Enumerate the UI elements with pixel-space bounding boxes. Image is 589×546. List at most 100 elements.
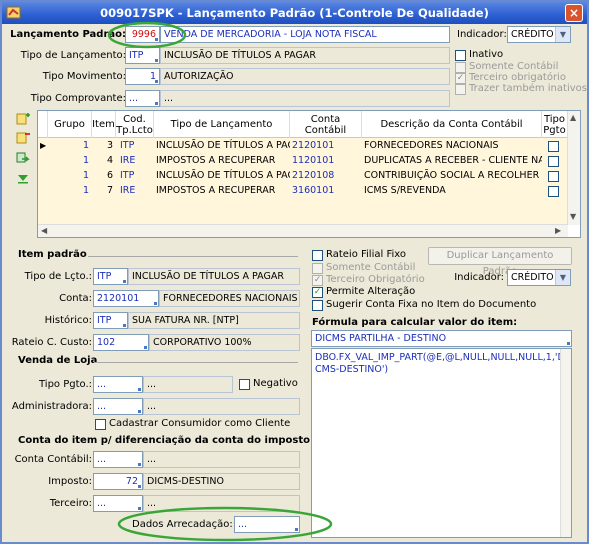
sugerir-conta-label: Sugerir Conta Fixa no Item do Documento [326,299,537,310]
terceiro-obrigatorio-checkbox[interactable]: ✓ [455,73,466,84]
grid-header-indicator [38,111,48,138]
rateio-filial-label: Rateio Filial Fixo [326,249,406,260]
tipo-pgto-code-field[interactable]: ... [93,376,143,393]
terceiro-obrigatorio-item-checkbox[interactable]: ✓ [312,275,323,286]
conta-label: Conta: [59,293,92,304]
lancamento-padrao-label: Lançamento Padrão: [10,29,126,40]
cell-tipo-pgto-checkbox[interactable] [548,156,559,167]
grid-header-grupo[interactable]: Grupo [48,111,92,138]
formula-text: DBO.FX_VAL_IMP_PART(@E,@L,NULL,NULL,NULL… [315,352,568,375]
conta-contabil-code-field[interactable]: ... [93,451,143,468]
cell-tipo-pgto-checkbox[interactable] [548,171,559,182]
scroll-left-icon[interactable]: ◀ [41,226,47,235]
imposto-desc-field: DICMS-DESTINO [143,473,300,490]
terceiro-desc-field: ... [143,495,300,512]
dados-arrecadacao-field[interactable]: ... [234,516,300,533]
grid-header-descricao[interactable]: Descrição da Conta Contábil [362,111,542,138]
table-row[interactable]: ▶ 1 3 ITP INCLUSÃO DE TÍTULOS A PAGAR 21… [38,139,568,154]
cell-tipo-pgto-checkbox[interactable] [548,141,559,152]
conta-contabil-label: Conta Contábil: [14,454,92,465]
cell-item: 4 [106,155,113,166]
indicador-item-select[interactable]: CRÉDITO ▼ [507,269,571,286]
lancamento-padrao-desc-field[interactable]: VENDA DE MERCADORIA - LOJA NOTA FISCAL [160,26,450,43]
indicador-label: Indicador: [457,29,507,40]
grid-horizontal-scrollbar[interactable]: ◀ ▶ [38,224,568,237]
cell-tipo: IMPOSTOS A RECUPERAR [156,185,276,196]
cell-grupo: 1 [82,170,89,181]
table-row[interactable]: 1 4 IRE IMPOSTOS A RECUPERAR 1120101 DUP… [38,154,568,169]
inativo-checkbox[interactable] [455,50,466,61]
cell-descricao: FORNECEDORES NACIONAIS [364,140,499,151]
conta-contabil-desc-field: ... [143,451,300,468]
trazer-inativos-label: Trazer também inativos [469,83,587,94]
terceiro-code-field[interactable]: ... [93,495,143,512]
tipo-lancamento-desc-field: INCLUSÃO DE TÍTULOS A PAGAR [160,47,450,64]
negativo-checkbox[interactable] [239,379,250,390]
venda-loja-header: Venda de Loja [18,355,98,366]
cell-item: 6 [106,170,113,181]
permite-alteracao-label: Permite Alteração [326,286,416,297]
inativo-label: Inativo [469,49,504,60]
tipo-lancamento-code-field[interactable]: ITP [125,47,160,64]
formula-textarea[interactable]: DBO.FX_VAL_IMP_PART(@E,@L,NULL,NULL,NULL… [311,348,572,538]
scroll-down-icon[interactable]: ▼ [570,212,576,221]
imposto-code-field[interactable]: 72 [93,473,143,490]
trazer-inativos-checkbox[interactable] [455,84,466,95]
app-icon [6,6,21,19]
rateio-label: Rateio C. Custo: [11,337,92,348]
move-down-icon[interactable] [16,172,30,184]
tipo-lcto-label: Tipo de Lçto.: [24,271,92,282]
somente-contabil-label: Somente Contábil [469,61,559,72]
cell-descricao: DUPLICATAS A RECEBER - CLIENTE NACIONAL [364,155,542,166]
rateio-code-field[interactable]: 102 [93,334,149,351]
copy-row-icon[interactable] [16,152,30,164]
tipo-comprovante-code-field[interactable]: ... [125,90,160,107]
rateio-filial-checkbox[interactable] [312,250,323,261]
scroll-up-icon[interactable]: ▲ [570,113,576,122]
item-padrao-header: Item padrão [18,249,87,260]
chevron-down-icon[interactable]: ▼ [555,27,570,42]
sugerir-conta-checkbox[interactable] [312,300,323,311]
conta-code-field[interactable]: 2120101 [93,290,159,307]
indicador-value: CRÉDITO [511,29,554,40]
tipo-movimento-code-field[interactable]: 1 [125,68,160,85]
grid-header-item[interactable]: Item [92,111,116,138]
add-row-icon[interactable] [16,113,30,125]
grid-header-cod[interactable]: Cod. Tp.Lcto [116,111,154,138]
remove-row-icon[interactable] [16,132,30,144]
lancamento-padrao-code-field[interactable]: 9996 [125,26,160,43]
administradora-code-field[interactable]: ... [93,398,143,415]
formula-scrollbar[interactable] [560,349,571,537]
title-bar: 009017SPK - Lançamento Padrão (1-Control… [2,2,587,24]
historico-code-field[interactable]: ITP [93,312,128,329]
permite-alteracao-checkbox[interactable]: ✓ [312,287,323,298]
formula-label: Fórmula para calcular valor do item: [312,317,518,328]
grid-vertical-scrollbar[interactable]: ▲ ▼ [567,111,580,225]
window-title: 009017SPK - Lançamento Padrão (1-Control… [100,6,489,20]
terceiro-obrigatorio-label: Terceiro obrigatório [469,72,566,83]
main-window: 009017SPK - Lançamento Padrão (1-Control… [0,0,589,544]
cell-descricao: ICMS S/REVENDA [364,185,446,196]
somente-contabil-item-checkbox[interactable] [312,263,323,274]
indicador-select[interactable]: CRÉDITO ▼ [507,26,571,43]
formula-name-field[interactable]: DICMS PARTILHA - DESTINO [311,330,572,347]
table-row[interactable]: 1 7 IRE IMPOSTOS A RECUPERAR 3160101 ICM… [38,184,568,199]
tipo-lcto-desc-field: INCLUSÃO DE TÍTULOS A PAGAR [128,268,300,285]
grid-header-conta[interactable]: Conta Contábil [290,111,362,138]
items-grid[interactable]: Grupo Item Cod. Tp.Lcto Tipo de Lançamen… [37,110,581,238]
cell-grupo: 1 [82,140,89,151]
duplicar-button[interactable]: Duplicar Lançamento Padrão [428,247,572,277]
grid-body: ▶ 1 3 ITP INCLUSÃO DE TÍTULOS A PAGAR 21… [38,138,568,225]
tipo-lcto-code-field[interactable]: ITP [93,268,128,285]
grid-header-tipo[interactable]: Tipo de Lançamento [154,111,290,138]
chevron-down-icon[interactable]: ▼ [555,270,570,285]
grid-header-tipo-pgto[interactable]: Tipo Pgto [542,111,568,138]
close-button[interactable]: × [565,4,583,22]
cadastrar-consumidor-checkbox[interactable] [95,419,106,430]
scroll-right-icon[interactable]: ▶ [555,226,561,235]
cell-tipo-pgto-checkbox[interactable] [548,186,559,197]
current-row-arrow-icon: ▶ [40,141,47,150]
table-row[interactable]: 1 6 ITP INCLUSÃO DE TÍTULOS A PAGAR 2120… [38,169,568,184]
divider [88,256,298,257]
somente-contabil-checkbox[interactable] [455,62,466,73]
